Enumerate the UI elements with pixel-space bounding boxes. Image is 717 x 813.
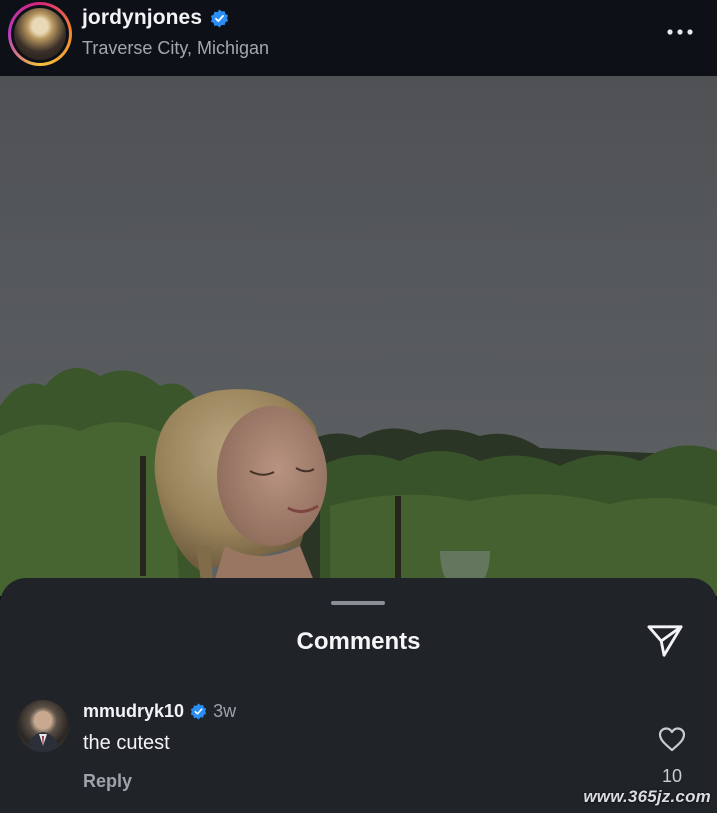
comment-username-link[interactable]: mmudryk10 [83,701,184,722]
location-link[interactable]: Traverse City, Michigan [82,38,269,59]
send-icon[interactable] [646,623,684,659]
story-ring[interactable] [8,2,72,66]
avatar[interactable] [17,700,69,752]
comments-title: Comments [296,628,421,655]
reply-button[interactable]: Reply [83,771,132,792]
comment-timestamp: 3w [213,701,237,721]
heart-icon[interactable] [657,725,687,753]
more-horizontal-icon[interactable] [665,22,695,42]
comment-text: the cutest [83,732,170,754]
username-link[interactable]: jordynjones [82,6,202,30]
drag-handle[interactable] [331,601,385,605]
verified-badge-icon [211,8,229,28]
instagram-post-screen: jordynjones Traverse City, Michigan Comm… [0,0,717,813]
verified-badge-icon [190,703,207,720]
post-image[interactable] [0,76,717,596]
like-count: 10 [661,766,683,786]
comments-sheet: Comments mmudryk10 3w the cutest Reply 1… [0,578,717,813]
watermark: www.365jz.com [583,787,711,806]
avatar [14,8,66,60]
post-header: jordynjones Traverse City, Michigan [0,0,717,76]
